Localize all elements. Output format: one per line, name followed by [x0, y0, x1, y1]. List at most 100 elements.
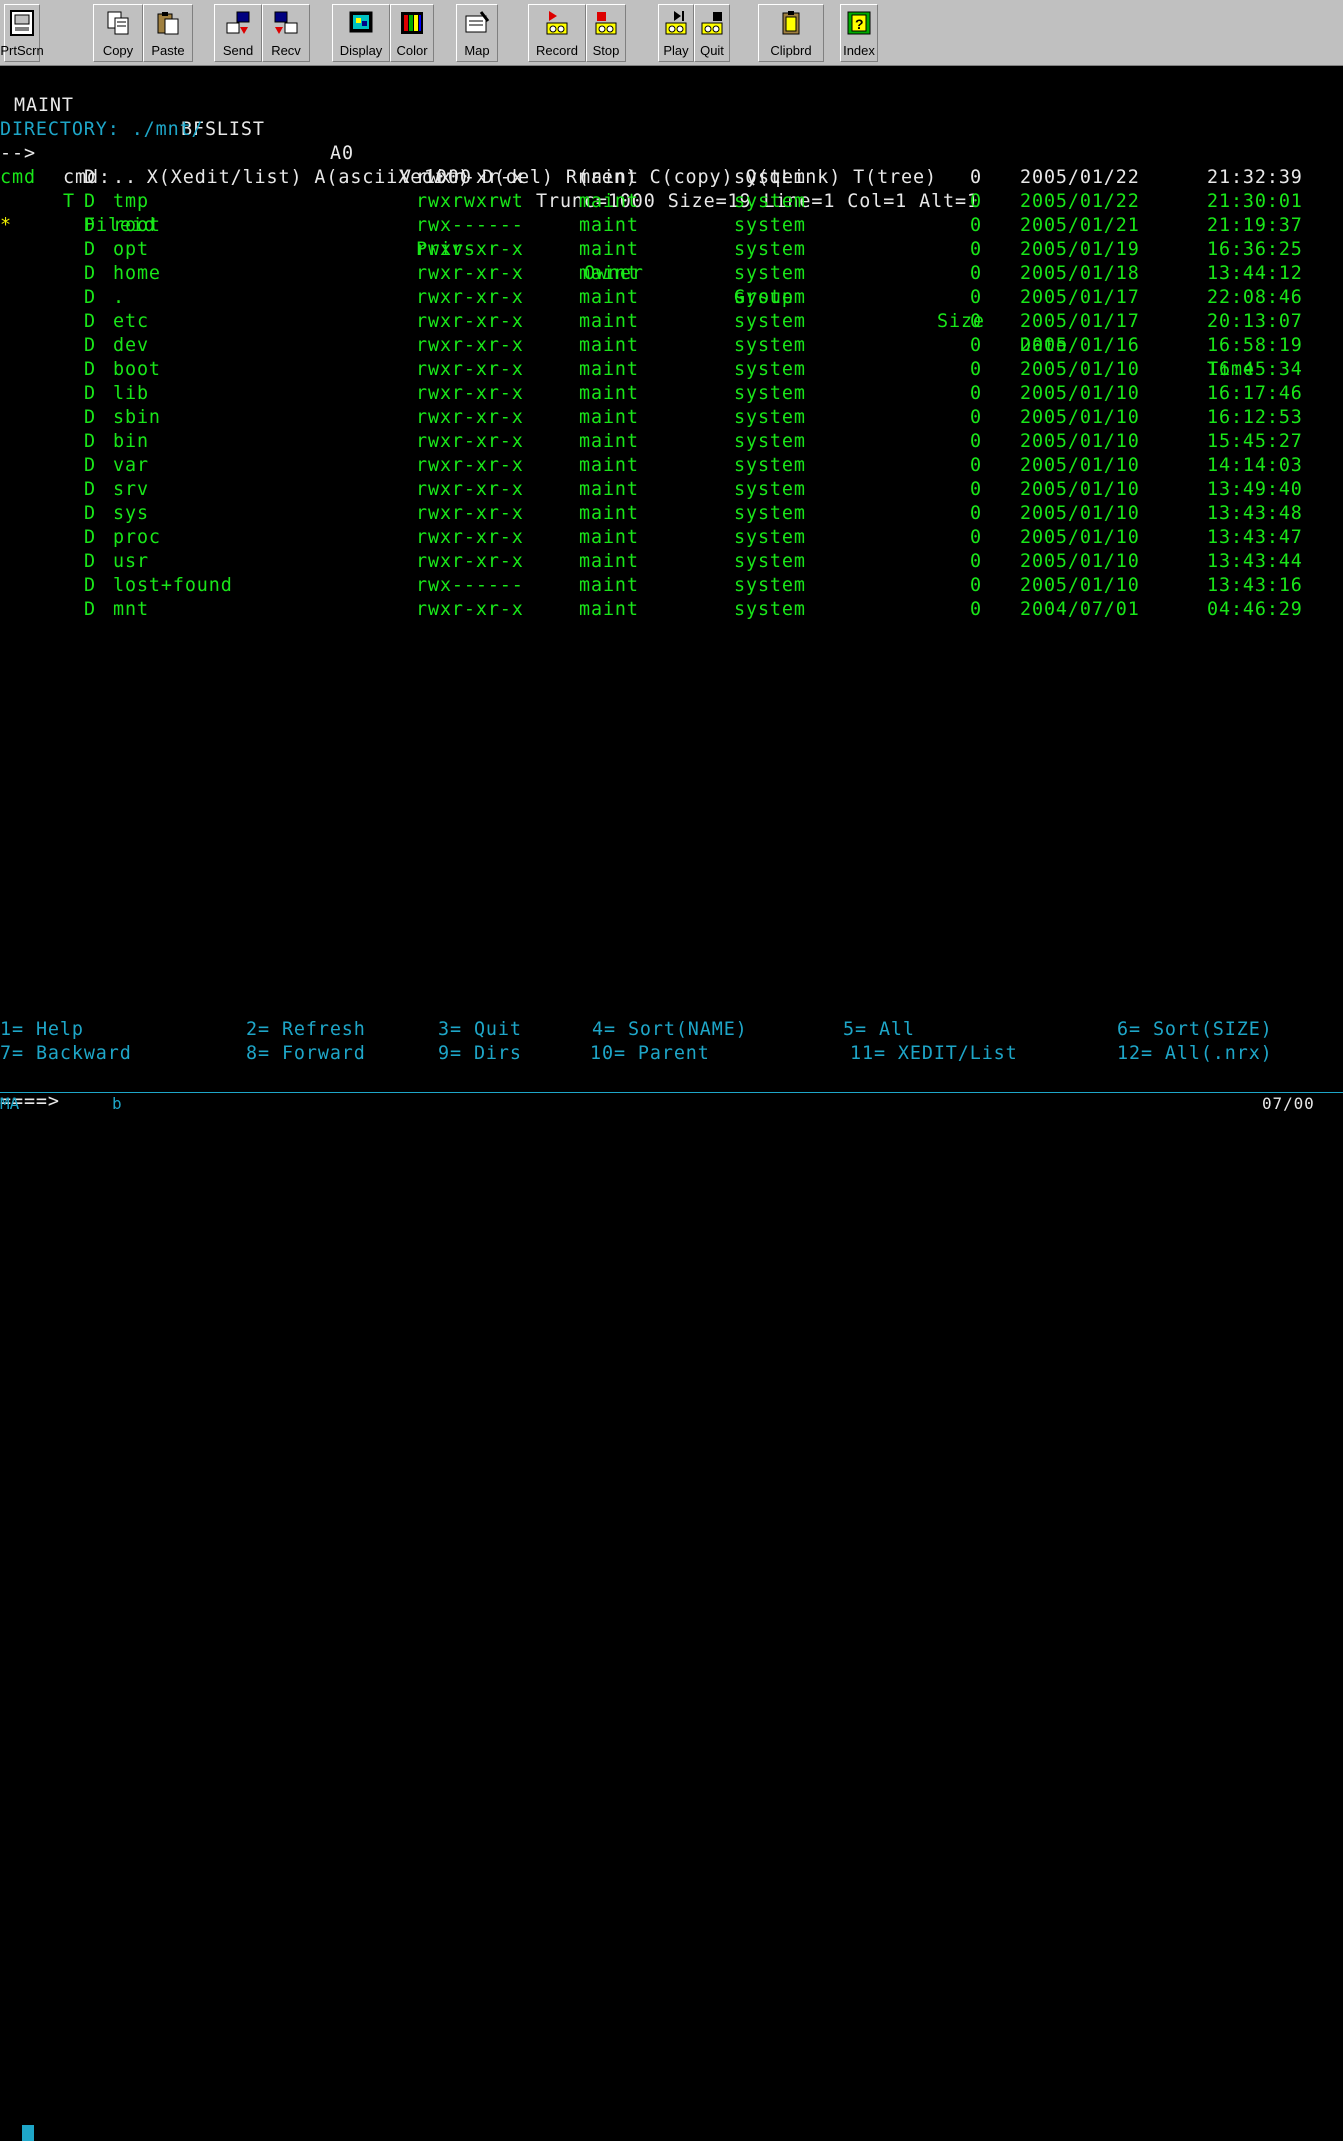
file-size: 0 — [970, 479, 982, 500]
clipboard-icon — [777, 9, 805, 37]
file-size: 0 — [970, 575, 982, 596]
file-time: 04:46:29 — [1207, 599, 1303, 620]
pfkey-number: 3= — [438, 1019, 462, 1040]
pfkey-number: 4= — [592, 1019, 616, 1040]
file-group: system — [734, 335, 806, 356]
prtscrn-button[interactable]: PrtScrn — [0, 4, 44, 62]
color-label: Color — [396, 43, 428, 58]
toolbar-group: Send Recv — [214, 4, 310, 62]
file-size: 0 — [970, 311, 982, 332]
record-label: Record — [536, 43, 578, 58]
pfkey[interactable]: 3= Quit — [438, 1018, 522, 1042]
file-name: lost+found — [113, 575, 233, 596]
pfkey-label: Forward — [281, 1043, 366, 1064]
file-privs: rwxr-xr-x — [416, 311, 524, 332]
record-button[interactable]: Record — [528, 4, 586, 62]
file-privs: rwxr-xr-x — [416, 287, 524, 308]
map-icon — [463, 9, 491, 37]
file-owner: maint — [579, 167, 639, 188]
pfkey-label: Refresh — [281, 1019, 366, 1040]
file-time: 22:08:46 — [1207, 287, 1303, 308]
file-group: system — [734, 431, 806, 452]
pfkey[interactable]: 9= Dirs — [438, 1042, 522, 1066]
file-type: D — [84, 215, 96, 236]
file-group: system — [734, 239, 806, 260]
pfkey[interactable]: 8= Forward — [246, 1042, 366, 1066]
file-privs: rwxr-xr-x — [416, 503, 524, 524]
file-date: 2005/01/10 — [1020, 503, 1140, 524]
oia-status-line: MA b 07/00 — [0, 1094, 1343, 2141]
file-name: sbin — [113, 407, 161, 428]
file-time: 16:17:46 — [1207, 383, 1303, 404]
file-date: 2005/01/10 — [1020, 431, 1140, 452]
col-type: T — [63, 191, 75, 212]
file-type: D — [84, 263, 96, 284]
file-time: 16:58:19 — [1207, 335, 1303, 356]
file-privs: rwxr-xr-x — [416, 479, 524, 500]
pfkey-number: 9= — [438, 1043, 462, 1064]
file-size: 0 — [970, 383, 982, 404]
file-name: root — [113, 215, 161, 236]
file-cmd[interactable]: * — [0, 214, 12, 238]
file-name: srv — [113, 479, 149, 500]
quit-button[interactable]: Quit — [694, 4, 730, 62]
display-button[interactable]: Display — [332, 4, 390, 62]
file-date: 2005/01/17 — [1020, 311, 1140, 332]
clipbrd-button[interactable]: Clipbrd — [758, 4, 824, 62]
file-name: .. — [113, 167, 137, 188]
pfkey[interactable]: 5= All — [843, 1018, 915, 1042]
send-button[interactable]: Send — [214, 4, 262, 62]
file-name: boot — [113, 359, 161, 380]
map-button[interactable]: Map — [456, 4, 498, 62]
paste-button[interactable]: Paste — [143, 4, 193, 62]
file-type: D — [84, 383, 96, 404]
file-size: 0 — [970, 455, 982, 476]
terminal-screen[interactable]: MAINT BFSLIST A0 V 1000 Trunc=1000 Size=… — [0, 66, 1343, 2141]
color-button[interactable]: Color — [390, 4, 434, 62]
cursor-block — [22, 2125, 34, 2141]
file-name: mnt — [113, 599, 149, 620]
pfkey[interactable]: 2= Refresh — [246, 1018, 366, 1042]
file-type: D — [84, 167, 96, 188]
file-size: 0 — [970, 503, 982, 524]
pfkey[interactable]: 4= Sort(NAME) — [592, 1018, 748, 1042]
pfkey[interactable]: 11= XEDIT/List — [850, 1042, 1018, 1066]
index-label: Index — [843, 43, 875, 58]
pfkey[interactable]: 12= All(.nrx) — [1117, 1042, 1273, 1066]
file-owner: maint — [579, 335, 639, 356]
file-size: 0 — [970, 359, 982, 380]
copy-button[interactable]: Copy — [93, 4, 143, 62]
pfkey-number: 11= — [850, 1043, 886, 1064]
file-privs: rwxr-xr-x — [416, 431, 524, 452]
file-group: system — [734, 263, 806, 284]
pfkey[interactable]: 7= Backward — [0, 1042, 132, 1066]
file-time: 13:43:44 — [1207, 551, 1303, 572]
file-group: system — [734, 479, 806, 500]
file-size: 0 — [970, 527, 982, 548]
file-date: 2005/01/10 — [1020, 359, 1140, 380]
play-icon — [662, 9, 690, 37]
pfkey-label: Help — [35, 1019, 84, 1040]
map-label: Map — [464, 43, 490, 58]
file-type: D — [84, 359, 96, 380]
stop-button[interactable]: Stop — [586, 4, 626, 62]
index-button[interactable]: ? Index — [840, 4, 878, 62]
pfkey[interactable]: 10= Parent — [590, 1042, 710, 1066]
file-size: 0 — [970, 431, 982, 452]
play-button[interactable]: Play — [658, 4, 694, 62]
command-line[interactable]: ====> — [0, 1066, 59, 1112]
toolbar: PrtScrn Copy Paste Send Recv Display Color Map R… — [0, 0, 1343, 66]
file-time: 21:30:01 — [1207, 191, 1303, 212]
toolbar-group: ? Index — [840, 4, 878, 62]
file-time: 15:45:27 — [1207, 431, 1303, 452]
display-icon — [347, 9, 375, 37]
file-date: 2005/01/10 — [1020, 527, 1140, 548]
pfkey[interactable]: 1= Help — [0, 1018, 84, 1042]
printer-icon — [8, 9, 36, 37]
recv-button[interactable]: Recv — [262, 4, 310, 62]
file-type: D — [84, 191, 96, 212]
pfkey[interactable]: 6= Sort(SIZE) — [1117, 1018, 1273, 1042]
file-owner: maint — [579, 383, 639, 404]
file-name: usr — [113, 551, 149, 572]
file-type: D — [84, 407, 96, 428]
